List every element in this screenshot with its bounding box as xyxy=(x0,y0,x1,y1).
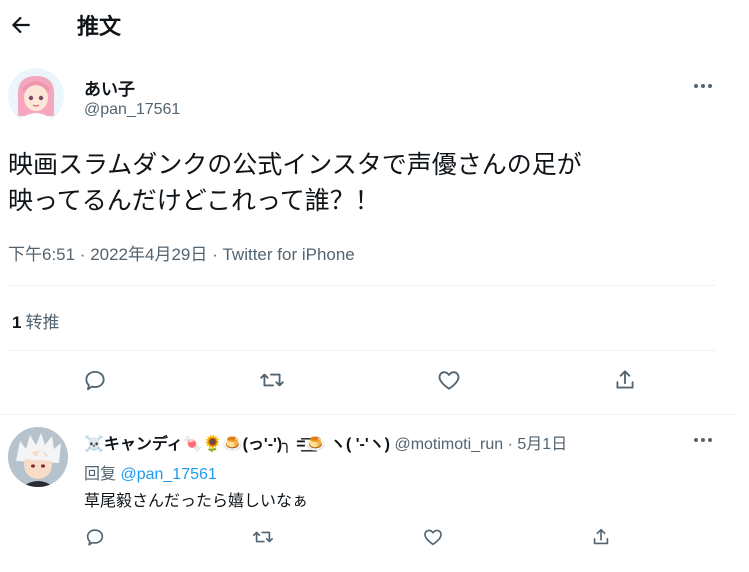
reply-text: 草尾毅さんだったら嬉しいなぁ xyxy=(84,493,309,510)
page-title: 推文 xyxy=(77,14,122,39)
heart-icon xyxy=(424,529,442,546)
back-arrow-icon[interactable] xyxy=(8,12,34,38)
reply-button[interactable] xyxy=(78,363,112,397)
replying-to: 回复 @pan_17561 xyxy=(84,460,217,484)
author-avatar[interactable] xyxy=(8,68,64,124)
reply-bubble-icon xyxy=(85,370,105,391)
reply-more-options-icon[interactable] xyxy=(690,430,716,450)
reply-share-button[interactable] xyxy=(586,522,616,552)
reply-like-button[interactable] xyxy=(418,522,448,552)
heart-icon xyxy=(438,371,460,390)
reply-to-label: 回复 xyxy=(84,466,117,483)
author-handle[interactable]: @pan_17561 xyxy=(84,101,180,119)
divider xyxy=(8,350,716,351)
divider xyxy=(0,414,736,415)
share-button[interactable] xyxy=(608,363,642,397)
divider xyxy=(8,285,716,286)
retweet-stats[interactable]: 1 转推 xyxy=(12,308,59,333)
reply-retweet-button[interactable] xyxy=(248,522,278,552)
tweet-timestamp[interactable]: 下午6:51 · 2022年4月29日 · Twitter for iPhone xyxy=(8,240,355,265)
top-header: 推文 xyxy=(0,0,749,50)
reply-header: ☠️キャンディ🍬🌻🍮(っ'-')╮ =͟͟͞͞🍮 ヽ( '-'ヽ) @motim… xyxy=(84,430,567,454)
reply-bubble-icon xyxy=(86,529,104,546)
retweet-count: 1 xyxy=(12,313,22,332)
reply-date[interactable]: 5月1日 xyxy=(517,436,567,453)
retweet-icon xyxy=(253,531,273,543)
reply-to-mention-link[interactable]: @pan_17561 xyxy=(120,466,216,483)
more-options-icon[interactable] xyxy=(690,76,716,96)
retweet-button[interactable] xyxy=(255,363,289,397)
retweet-label: 转推 xyxy=(25,313,60,332)
separator: · xyxy=(503,436,518,453)
share-upload-icon xyxy=(616,370,634,389)
reply-author-handle[interactable]: @motimoti_run xyxy=(394,436,503,453)
tweet-text: 映画スラムダンクの公式インスタで声優さんの足が 映ってるんだけどこれって誰？！ xyxy=(8,151,582,215)
retweet-icon xyxy=(260,373,284,387)
reply-author-avatar[interactable] xyxy=(8,427,68,487)
reply-author-name[interactable]: ☠️キャンディ🍬🌻🍮(っ'-')╮ =͟͟͞͞🍮 ヽ( '-'ヽ) xyxy=(84,436,390,453)
like-button[interactable] xyxy=(432,363,466,397)
reply-reply-button[interactable] xyxy=(80,522,110,552)
share-upload-icon xyxy=(593,528,609,545)
author-name[interactable]: あい子 xyxy=(84,75,135,100)
